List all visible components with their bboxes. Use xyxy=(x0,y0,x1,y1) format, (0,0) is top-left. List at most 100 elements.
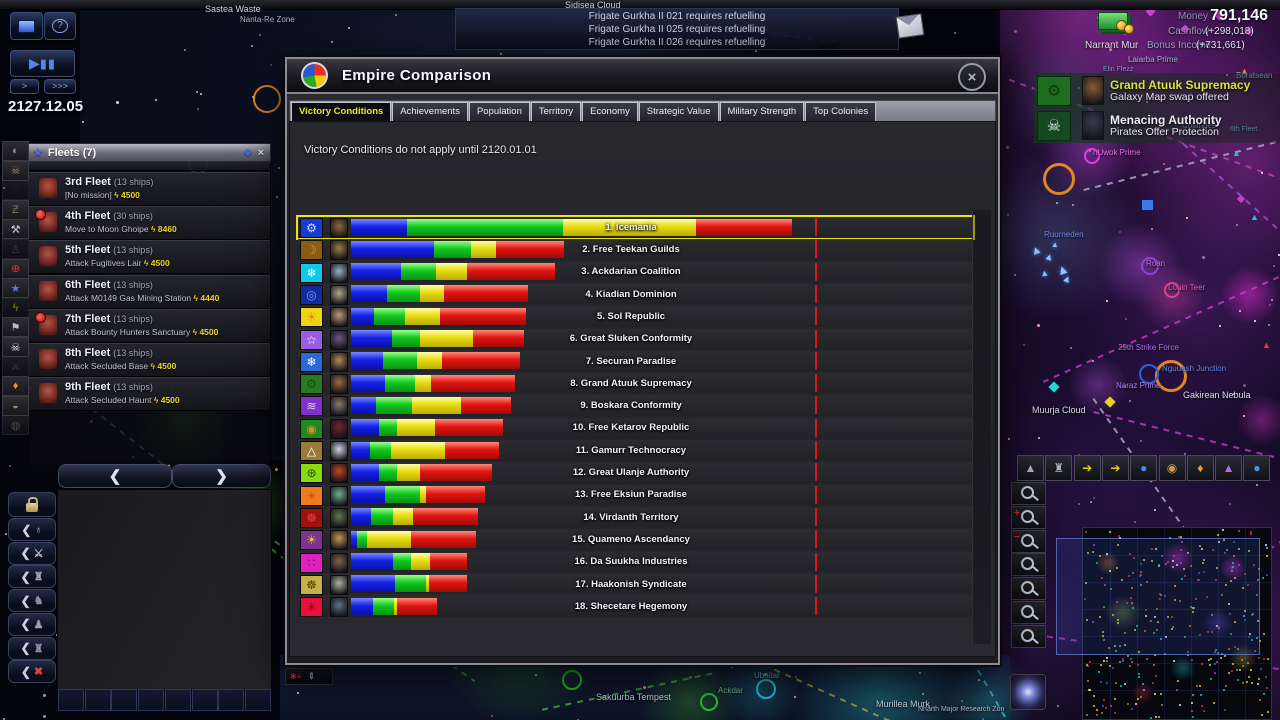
event-line[interactable]: Frigate Gurkha II 021 requires refuellin… xyxy=(456,10,898,23)
empire-row[interactable]: ❄ 7. Securan Paradise xyxy=(298,350,973,372)
fleet-filter-stealth-icon[interactable]: ◒ xyxy=(2,395,29,416)
hotbar-cell[interactable] xyxy=(58,689,84,711)
fleet-filter-cargo-icon[interactable]: ♙ xyxy=(2,239,29,259)
close-icon[interactable]: × xyxy=(258,147,264,159)
hotbar-cell[interactable] xyxy=(244,689,271,711)
tab-strategic-value[interactable]: Strategic Value xyxy=(638,102,719,121)
tab-victory-conditions[interactable]: Victory Conditions xyxy=(291,102,392,121)
select-ship-toolbar-icon[interactable]: ➔ xyxy=(1073,455,1101,481)
fleet-filter-battle-icon[interactable]: ⚔ xyxy=(2,356,29,377)
dialog-close-button[interactable]: × xyxy=(958,63,986,91)
dock-slot-button[interactable]: ❮ ✖ xyxy=(8,660,56,684)
alert-item[interactable]: ⚙ Grand Atuuk Supremacy Galaxy Map swap of… xyxy=(1034,73,1280,108)
select-rocket-toolbar-icon[interactable]: ➔ xyxy=(1101,455,1129,481)
empire-row[interactable]: ❄ 3. Ackdarian Coalition xyxy=(298,261,973,283)
dock-slot-button[interactable]: ❮ ⚔ xyxy=(8,541,56,565)
dock-slot-button[interactable]: ❮ ♜ xyxy=(8,636,56,660)
fleet-prev-button[interactable]: ❮ xyxy=(58,464,172,488)
fleet-filter-idea-icon[interactable]: ♦ xyxy=(2,376,29,397)
tab-population[interactable]: Population xyxy=(468,102,530,121)
speed-fast-button[interactable]: >>> xyxy=(44,79,76,94)
fleet-filter-hourglass-icon[interactable]: Ƶ xyxy=(2,199,29,220)
event-line[interactable]: Frigate Gurkha II 026 requires refuellin… xyxy=(456,36,898,49)
galaxy-view-button[interactable] xyxy=(1010,674,1046,710)
dialog-titlebar[interactable]: Empire Comparison × xyxy=(287,59,998,94)
dock-slot-button[interactable]: ❮ ♁ xyxy=(8,518,56,541)
globe-toolbar-icon[interactable]: ● xyxy=(1243,455,1271,481)
fleet-filter-star-icon[interactable]: ★ xyxy=(2,278,29,299)
hotbar-cell[interactable] xyxy=(218,689,245,711)
scrollbar-track[interactable] xyxy=(972,210,991,644)
empire-row[interactable]: ∷ 16. Da Suukha Industries xyxy=(298,551,973,573)
fleet-filter-skull-icon[interactable]: ☠ xyxy=(2,337,29,357)
map-edit-tools[interactable]: ✱≡ ✎ xyxy=(285,668,333,685)
fleet-row[interactable]: 5th Fleet (13 ships) Attack Fugitives Lai… xyxy=(29,240,270,275)
empire-row[interactable]: ☸ 14. Virdanth Territory xyxy=(298,506,973,528)
idea-toolbar-icon[interactable]: ♦ xyxy=(1186,455,1214,481)
empire-row[interactable]: ⚙ 8. Grand Atuuk Supremacy xyxy=(298,373,973,395)
dock-slot-button[interactable]: ❮ ♞ xyxy=(8,589,56,613)
dock-slot-button[interactable]: ❮ ♜ xyxy=(8,565,56,589)
zoom-tool-button[interactable] xyxy=(1011,601,1046,624)
play-pause-button[interactable]: ▶ ▮▮ xyxy=(10,50,75,77)
fleet-filter-target-icon[interactable]: ⊕ xyxy=(2,258,29,279)
empire-row[interactable]: ☀ 15. Quameno Ascendancy xyxy=(298,529,973,551)
lock-button[interactable] xyxy=(8,492,56,517)
help-button[interactable]: ? xyxy=(44,12,76,40)
hotbar-cell[interactable] xyxy=(191,689,218,711)
ringed-planet-toolbar-icon[interactable]: ◉ xyxy=(1158,455,1186,481)
tab-military-strength[interactable]: Military Strength xyxy=(719,102,805,121)
zoom-tool-button[interactable]: − xyxy=(1011,529,1046,553)
hotbar-cell[interactable] xyxy=(111,689,138,711)
empire-row[interactable]: ◉ 10. Free Ketarov Republic xyxy=(298,417,973,439)
zoom-tool-button[interactable] xyxy=(1011,577,1046,601)
tab-economy[interactable]: Economy xyxy=(582,102,638,121)
empire-row[interactable]: ☽ 2. Free Teekan Guilds xyxy=(298,239,973,261)
fleet-row[interactable]: 3rd Fleet (13 ships) [No mission] ϟ 4500 xyxy=(29,172,270,206)
fleet-next-button[interactable]: ❯ xyxy=(172,464,271,488)
fleet-filter-emblem-icon[interactable]: ◌ xyxy=(2,180,29,201)
fleet-row[interactable]: 6th Fleet (13 ships) Attack M0149 Gas Min… xyxy=(29,274,270,309)
fleet-filter-energy-icon[interactable]: ϟ xyxy=(2,297,29,318)
zoom-tool-button[interactable]: + xyxy=(1011,505,1046,529)
message-envelope-icon[interactable] xyxy=(895,13,925,39)
tab-achievements[interactable]: Achievements xyxy=(392,102,468,121)
ship-toolbar-icon[interactable]: ▲ xyxy=(1017,455,1044,481)
empire-row[interactable]: ⚙ 1. Icemania xyxy=(296,215,975,240)
empire-row[interactable]: ☸ 17. Haakonish Syndicate xyxy=(298,573,973,595)
hotbar-cell[interactable] xyxy=(138,689,165,711)
station-toolbar-icon[interactable]: ♜ xyxy=(1045,455,1073,481)
empire-row[interactable]: ☀ 5. Sol Republic xyxy=(298,306,973,328)
diamond-icon[interactable]: ◆ xyxy=(244,147,252,158)
speed-normal-button[interactable]: > xyxy=(10,79,39,94)
minimap-view-rectangle[interactable] xyxy=(1056,538,1260,655)
empire-row[interactable]: ⊛ 12. Great Ulanje Authority xyxy=(298,462,973,484)
fleet-filter-race-flag-icon[interactable]: ⚑ xyxy=(2,317,29,338)
zoom-tool-button[interactable] xyxy=(1011,482,1046,505)
empire-row[interactable]: △ 11. Gamurr Technocracy xyxy=(298,440,973,461)
tab-territory[interactable]: Territory xyxy=(530,102,582,121)
options-button[interactable] xyxy=(10,12,43,40)
fleet-filter-planet-icon[interactable]: ◐ xyxy=(2,141,29,161)
nebula-toolbar-icon[interactable]: ▲ xyxy=(1215,455,1243,481)
event-notification-bar[interactable]: Frigate Gurkha II 021 requires refuellin… xyxy=(455,8,899,50)
empire-row[interactable]: ◎ 4. Kiadian Dominion xyxy=(298,283,973,305)
alert-item[interactable]: ☠ Menacing Authority Pirates Offer Protect… xyxy=(1034,108,1280,143)
fleet-row[interactable]: 9th Fleet (13 ships) Attack Secluded Haun… xyxy=(29,377,270,412)
fleet-filter-pirate-icon[interactable]: ☠ xyxy=(2,160,29,181)
planet-toolbar-icon[interactable]: ● xyxy=(1130,455,1158,481)
empire-row[interactable]: ☀ 13. Free Eksiun Paradise xyxy=(298,484,973,506)
fleet-row[interactable]: 8th Fleet (13 ships) Attack Secluded Base… xyxy=(29,343,270,377)
tab-top-colonies[interactable]: Top Colonies xyxy=(805,102,877,121)
empire-row[interactable]: ☀ 18. Shecetare Hegemony xyxy=(298,596,973,618)
event-line[interactable]: Frigate Gurkha II 025 requires refuellin… xyxy=(456,23,898,36)
fleet-row[interactable]: 7th Fleet (13 ships) Attack Bounty Hunter… xyxy=(29,308,270,343)
fleet-filter-colony-icon[interactable]: ◍ xyxy=(2,415,29,436)
fleet-row[interactable]: 4th Fleet (30 ships) Move to Moon Ghoipe … xyxy=(29,206,270,241)
hotbar-cell[interactable] xyxy=(84,689,111,711)
zoom-tool-button[interactable] xyxy=(1011,624,1046,648)
fleets-panel-header[interactable]: ★ Fleets (7) ◆ × xyxy=(28,143,271,162)
empire-row[interactable]: ☆ 6. Great Sluken Conformity xyxy=(298,328,973,350)
fleet-filter-hammer-icon[interactable]: ⚒ xyxy=(2,219,29,240)
zoom-tool-button[interactable] xyxy=(1011,553,1046,577)
